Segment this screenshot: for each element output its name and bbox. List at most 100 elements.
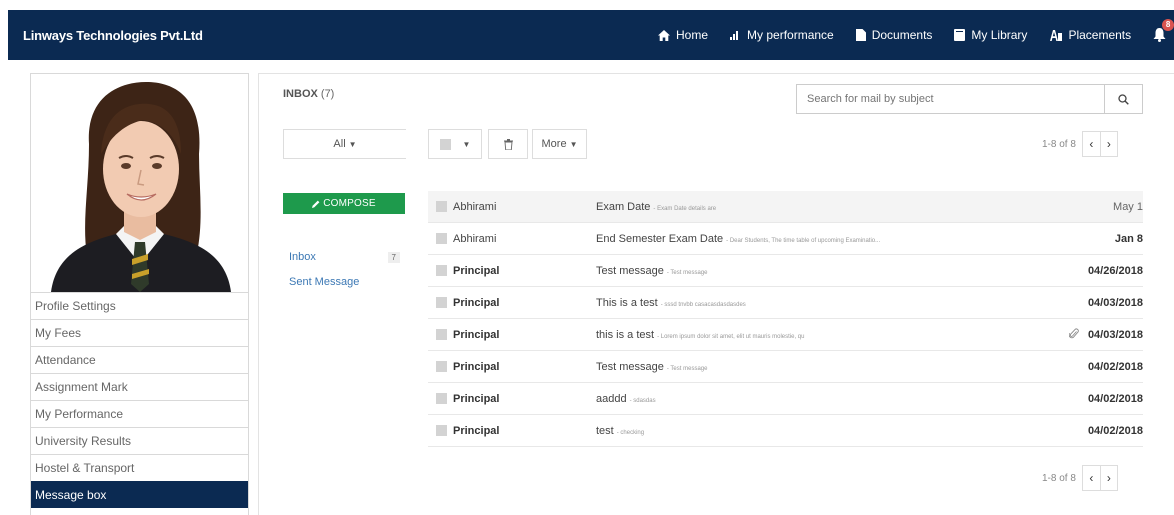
mail-date: 04/03/2018 [1087,296,1143,309]
mail-date: 04/02/2018 [1087,424,1143,437]
nav-documents-label: Documents [871,28,933,42]
sidebar-item-my-performance[interactable]: My Performance [31,400,248,427]
mail-subject[interactable]: aaddd - sdasdas [596,393,656,405]
bar-chart-icon [730,31,739,40]
placement-icon [1050,29,1063,41]
row-checkbox[interactable] [436,393,447,404]
pencil-icon [312,200,320,208]
mail-date: 04/03/2018 [1087,328,1143,341]
mail-row[interactable]: Abhirami Exam Date - Exam Date details ar… [428,191,1143,223]
search-button[interactable] [1104,85,1142,113]
mail-sender: Principal [453,392,500,405]
sidebar-item-attendance[interactable]: Attendance [31,346,248,373]
row-checkbox[interactable] [436,201,447,212]
delete-button[interactable] [488,129,528,159]
nav-home[interactable]: Home [658,28,708,42]
mail-subject-text: aaddd [596,392,627,405]
paperclip-icon [1069,328,1079,339]
mail-date: 04/26/2018 [1087,264,1143,277]
pager-text: 1-8 of 8 [1042,472,1076,484]
nav-my-library[interactable]: My Library [954,28,1027,42]
search-input[interactable] [797,85,1104,113]
mail-subject[interactable]: this is a test - Lorem ipsum dolor sit am… [596,329,804,341]
row-checkbox[interactable] [436,425,447,436]
mail-subject[interactable]: This is a test - sssd tnvbb casacasdasdas… [596,297,746,309]
next-page-button[interactable]: › [1099,131,1118,157]
compose-button[interactable]: COMPOSE [283,193,405,214]
document-icon [855,29,866,41]
select-all-dropdown[interactable]: ▼ [428,129,482,159]
folder-sent[interactable]: Sent Message [289,276,359,288]
page-title: INBOX (7) [283,88,334,100]
mail-preview: - Exam Date details are [653,205,717,212]
mail-list: Abhirami Exam Date - Exam Date details ar… [428,191,1143,447]
mail-date: 04/02/2018 [1087,392,1143,405]
row-checkbox[interactable] [436,233,447,244]
mail-row[interactable]: Principal Test message - Test message 04/… [428,255,1143,287]
mail-subject[interactable]: Test message - Test message [596,361,707,373]
chevron-down-icon: ▼ [348,139,357,149]
sidebar-item-university-results[interactable]: University Results [31,427,248,454]
sidebar-item-profile-settings[interactable]: Profile Settings [31,292,248,319]
mail-subject-text: Exam Date [596,200,651,213]
mail-subject[interactable]: Exam Date - Exam Date details are [596,201,716,213]
select-all-checkbox[interactable] [439,138,451,150]
notification-badge: 8 [1162,19,1174,31]
notifications[interactable]: 8 [1153,19,1174,42]
mail-subject[interactable]: End Semester Exam Date - Dear Students, T… [596,233,880,245]
folder-inbox[interactable]: Inbox 7 [283,247,405,267]
sidebar-item-assignment-mark[interactable]: Assignment Mark [31,373,248,400]
brand-title[interactable]: Linways Technologies Pvt.Ltd [23,28,203,43]
sidebar-menu: Profile Settings My Fees Attendance Assi… [31,292,248,508]
mail-date: 04/02/2018 [1087,360,1143,373]
row-checkbox[interactable] [436,329,447,340]
mail-row[interactable]: Abhirami End Semester Exam Date - Dear St… [428,223,1143,255]
more-label: More [541,138,567,150]
prev-page-button[interactable]: ‹ [1081,465,1100,491]
mail-sender: Principal [453,328,500,341]
next-page-button[interactable]: › [1099,465,1118,491]
pager-top: 1-8 of 8 ‹ › [1042,131,1118,157]
top-nav: Home My performance Documents My Library… [658,10,1174,60]
mail-row[interactable]: Principal this is a test - Lorem ipsum do… [428,319,1143,351]
nav-placements-label: Placements [1068,28,1132,42]
row-checkbox[interactable] [436,361,447,372]
mail-sender: Abhirami [453,200,497,213]
row-checkbox[interactable] [436,297,447,308]
left-sidebar: Profile Settings My Fees Attendance Assi… [30,73,249,515]
mail-subject[interactable]: Test message - Test message [596,265,707,277]
top-navbar: Linways Technologies Pvt.Ltd Home My per… [8,10,1174,60]
nav-my-performance-label: My performance [747,28,834,42]
folder-inbox-count: 7 [387,251,400,263]
mail-subject-text: Test message [596,264,664,277]
pager-bottom: 1-8 of 8 ‹ › [1042,465,1118,491]
mail-row[interactable]: Principal aaddd - sdasdas 04/02/2018 [428,383,1143,415]
sidebar-item-message-box[interactable]: Message box [31,481,248,508]
mail-subject[interactable]: test - checking [596,425,644,437]
mail-date: Jan 8 [1114,232,1143,245]
folder-inbox-label: Inbox [289,251,316,263]
filter-dropdown[interactable]: All ▼ [283,129,406,159]
nav-documents[interactable]: Documents [855,28,933,42]
more-dropdown[interactable]: More ▼ [532,129,587,159]
filter-label: All [333,138,346,150]
sidebar-item-my-fees[interactable]: My Fees [31,319,248,346]
inbox-title: INBOX [283,88,318,100]
mail-sender: Principal [453,296,500,309]
mail-sender: Principal [453,424,500,437]
mail-sender: Principal [453,264,500,277]
mail-sender: Principal [453,360,500,373]
nav-my-performance[interactable]: My performance [730,28,834,42]
chevron-down-icon: ▼ [569,139,578,149]
mail-row[interactable]: Principal test - checking 04/02/2018 [428,415,1143,447]
row-checkbox[interactable] [436,265,447,276]
nav-placements[interactable]: Placements [1049,28,1131,42]
mail-row[interactable]: Principal Test message - Test message 04/… [428,351,1143,383]
inbox-count: (7) [320,88,335,100]
sidebar-item-hostel-transport[interactable]: Hostel & Transport [31,454,248,481]
prev-page-button[interactable]: ‹ [1081,131,1100,157]
mail-preview: - sdasdas [629,397,656,404]
mail-row[interactable]: Principal This is a test - sssd tnvbb cas… [428,287,1143,319]
mail-subject-text: This is a test [596,296,658,309]
mail-preview: - Test message [666,269,708,276]
